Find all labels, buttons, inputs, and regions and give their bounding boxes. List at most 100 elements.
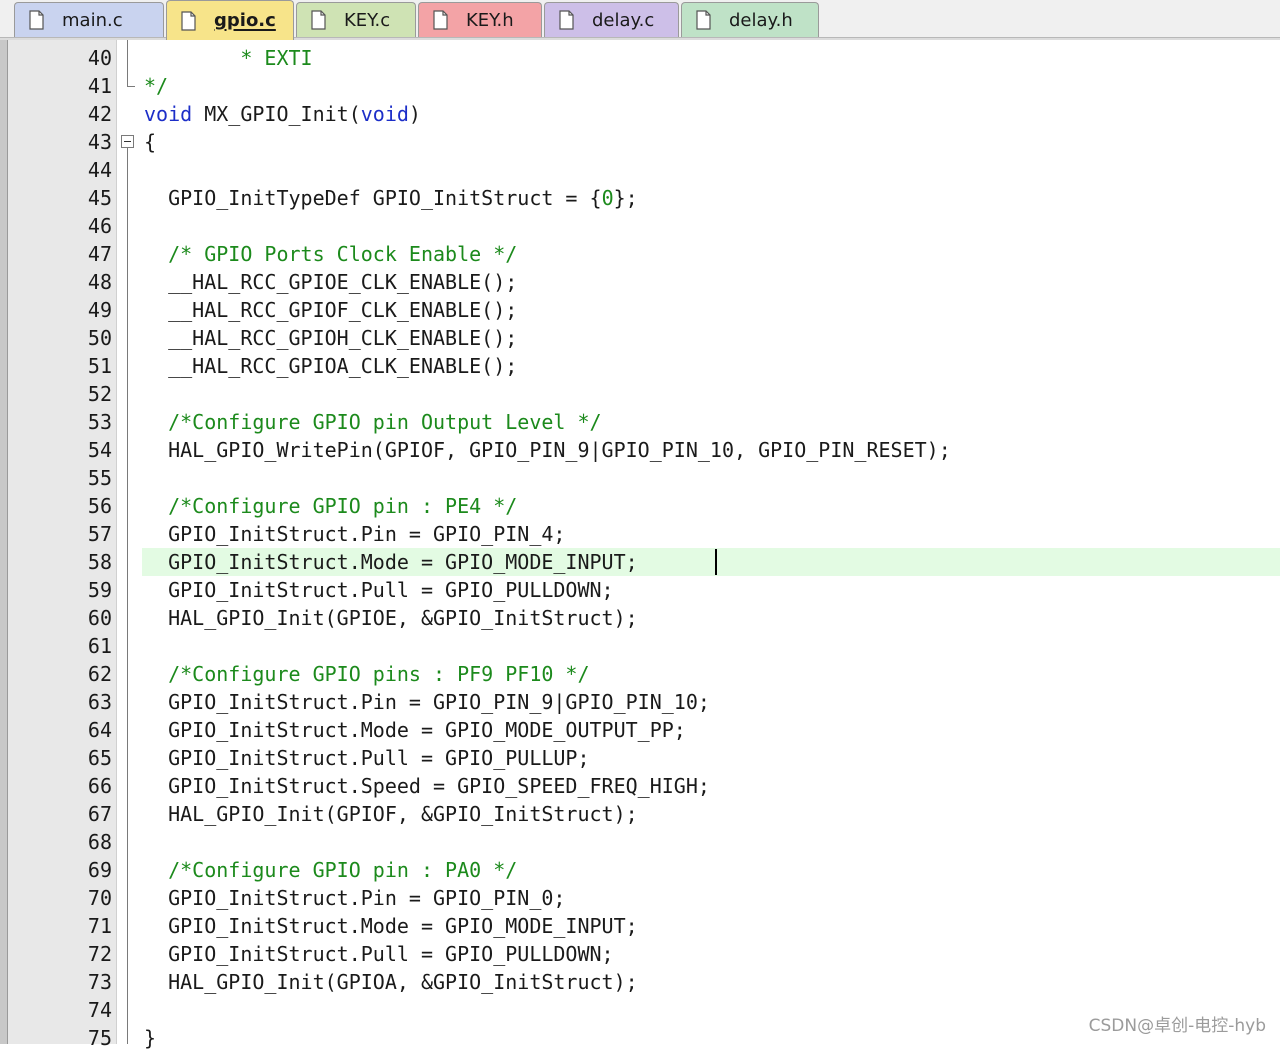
code-text: * EXTI [144,44,313,72]
tab-key-c[interactable]: KEY.c [296,2,416,37]
code-line[interactable]: 65 GPIO_InitStruct.Pull = GPIO_PULLUP; [0,744,1280,772]
tab-label: main.c [62,9,123,31]
code-line[interactable]: 46 [0,212,1280,240]
code-line[interactable]: 63 GPIO_InitStruct.Pin = GPIO_PIN_9|GPIO… [0,688,1280,716]
code-token: GPIO_InitStruct.Mode = GPIO_MODE_OUTPUT_… [144,718,686,742]
line-code-area: HAL_GPIO_WritePin(GPIOF, GPIO_PIN_9|GPIO… [142,436,1280,464]
tab-key-h[interactable]: KEY.h [418,2,542,37]
tab-label: gpio.c [214,10,276,31]
code-line[interactable]: 66 GPIO_InitStruct.Speed = GPIO_SPEED_FR… [0,772,1280,800]
code-token: GPIO_InitStruct.Pin = GPIO_PIN_0; [144,886,566,910]
code-line[interactable]: 58 GPIO_InitStruct.Mode = GPIO_MODE_INPU… [0,548,1280,576]
line-code-area: GPIO_InitStruct.Mode = GPIO_MODE_INPUT; [142,548,1280,576]
code-line[interactable]: 55 [0,464,1280,492]
code-line[interactable]: 51 __HAL_RCC_GPIOA_CLK_ENABLE(); [0,352,1280,380]
line-code-area: /*Configure GPIO pin Output Level */ [142,408,1280,436]
code-text: GPIO_InitStruct.Mode = GPIO_MODE_INPUT; [144,912,638,940]
code-token: GPIO_InitStruct.Pin = GPIO_PIN_9|GPIO_PI… [144,690,710,714]
code-line[interactable]: 70 GPIO_InitStruct.Pin = GPIO_PIN_0; [0,884,1280,912]
fold-collapse-icon[interactable] [121,135,134,148]
line-code-area: void MX_GPIO_Init(void) [142,100,1280,128]
code-line[interactable]: 57 GPIO_InitStruct.Pin = GPIO_PIN_4; [0,520,1280,548]
code-token: __HAL_RCC_GPIOE_CLK_ENABLE(); [144,270,518,294]
code-line[interactable]: 42 void MX_GPIO_Init(void) [0,100,1280,128]
text-cursor [715,549,717,575]
code-line[interactable]: 62 /*Configure GPIO pins : PF9 PF10 */ [0,660,1280,688]
tab-main-c[interactable]: main.c [14,2,164,37]
code-line[interactable]: 61 [0,632,1280,660]
code-line[interactable]: 50 __HAL_RCC_GPIOH_CLK_ENABLE(); [0,324,1280,352]
file-icon [181,10,196,31]
code-text: GPIO_InitStruct.Mode = GPIO_MODE_OUTPUT_… [144,716,686,744]
line-code-area [142,212,1280,240]
fold-guide-line [127,40,128,86]
line-code-area: /* GPIO Ports Clock Enable */ [142,240,1280,268]
code-line[interactable]: 67 HAL_GPIO_Init(GPIOF, &GPIO_InitStruct… [0,800,1280,828]
code-editor[interactable]: 40 * EXTI 41 */42 void MX_GPIO_Init(void) 43… [0,40,1280,1050]
code-line[interactable]: 64 GPIO_InitStruct.Mode = GPIO_MODE_OUTP… [0,716,1280,744]
code-line[interactable]: 68 [0,828,1280,856]
tab-gpio-c[interactable]: gpio.c [166,0,294,40]
code-line[interactable]: 41 */ [0,72,1280,100]
code-text: __HAL_RCC_GPIOE_CLK_ENABLE(); [144,268,517,296]
code-text: /* GPIO Ports Clock Enable */ [144,240,517,268]
line-number: 47 [87,242,112,266]
code-line[interactable]: 60 HAL_GPIO_Init(GPIOE, &GPIO_InitStruct… [0,604,1280,632]
code-line[interactable]: 49 __HAL_RCC_GPIOF_CLK_ENABLE(); [0,296,1280,324]
comment-token: */ [144,74,169,98]
comment-token: /* GPIO Ports Clock Enable */ [144,242,518,266]
code-line[interactable]: 53 /*Configure GPIO pin Output Level */ [0,408,1280,436]
code-text: HAL_GPIO_Init(GPIOE, &GPIO_InitStruct); [144,604,638,632]
code-line[interactable]: 54 HAL_GPIO_WritePin(GPIOF, GPIO_PIN_9|G… [0,436,1280,464]
code-text: /*Configure GPIO pins : PF9 PF10 */ [144,660,589,688]
line-number: 42 [87,102,112,126]
code-line[interactable]: 47 /* GPIO Ports Clock Enable */ [0,240,1280,268]
line-code-area: GPIO_InitStruct.Pull = GPIO_PULLDOWN; [142,940,1280,968]
line-code-area [142,828,1280,856]
code-line[interactable]: 56 /*Configure GPIO pin : PE4 */ [0,492,1280,520]
code-text: GPIO_InitStruct.Pull = GPIO_PULLDOWN; [144,940,614,968]
line-code-area: { [142,128,1280,156]
code-token: __HAL_RCC_GPIOF_CLK_ENABLE(); [144,298,518,322]
code-line[interactable]: 40 * EXTI [0,44,1280,72]
code-line[interactable]: 59 GPIO_InitStruct.Pull = GPIO_PULLDOWN; [0,576,1280,604]
tab-label: delay.h [729,9,793,31]
line-number: 43 [87,130,112,154]
line-code-area: */ [142,72,1280,100]
code-line[interactable]: 45 GPIO_InitTypeDef GPIO_InitStruct = {0… [0,184,1280,212]
code-text: HAL_GPIO_Init(GPIOF, &GPIO_InitStruct); [144,800,638,828]
code-token: __HAL_RCC_GPIOH_CLK_ENABLE(); [144,326,518,350]
file-icon [559,10,574,30]
line-number: 41 [87,74,112,98]
code-token: HAL_GPIO_WritePin(GPIOF, GPIO_PIN_9|GPIO… [144,438,951,462]
code-token: HAL_GPIO_Init(GPIOF, &GPIO_InitStruct); [144,802,638,826]
code-text: GPIO_InitStruct.Pin = GPIO_PIN_9|GPIO_PI… [144,688,710,716]
tab-delay-h[interactable]: delay.h [681,2,819,37]
code-line[interactable]: 73 HAL_GPIO_Init(GPIOA, &GPIO_InitStruct… [0,968,1280,996]
keyword-token: void [144,102,193,126]
line-code-area: __HAL_RCC_GPIOA_CLK_ENABLE(); [142,352,1280,380]
code-line[interactable]: 69 /*Configure GPIO pin : PA0 */ [0,856,1280,884]
code-text: GPIO_InitStruct.Pull = GPIO_PULLDOWN; [144,576,614,604]
comment-token: * EXTI [144,46,313,70]
line-code-area: GPIO_InitStruct.Pin = GPIO_PIN_9|GPIO_PI… [142,688,1280,716]
code-token: GPIO_InitTypeDef GPIO_InitStruct = { [144,186,602,210]
line-number: 53 [87,410,112,434]
code-line[interactable]: 52 [0,380,1280,408]
line-number: 72 [87,942,112,966]
code-line[interactable]: 72 GPIO_InitStruct.Pull = GPIO_PULLDOWN; [0,940,1280,968]
line-code-area: * EXTI [142,44,1280,72]
code-line[interactable]: 48 __HAL_RCC_GPIOE_CLK_ENABLE(); [0,268,1280,296]
file-icon [433,10,448,30]
tab-delay-c[interactable]: delay.c [544,2,679,37]
line-code-area: GPIO_InitStruct.Mode = GPIO_MODE_OUTPUT_… [142,716,1280,744]
line-code-area: GPIO_InitStruct.Pin = GPIO_PIN_4; [142,520,1280,548]
code-line[interactable]: 44 [0,156,1280,184]
code-line[interactable]: 71 GPIO_InitStruct.Mode = GPIO_MODE_INPU… [0,912,1280,940]
code-text: HAL_GPIO_WritePin(GPIOF, GPIO_PIN_9|GPIO… [144,436,951,464]
line-number: 66 [87,774,112,798]
code-line[interactable]: 43 { [0,128,1280,156]
line-code-area: __HAL_RCC_GPIOH_CLK_ENABLE(); [142,324,1280,352]
code-token: GPIO_InitStruct.Mode = GPIO_MODE_INPUT; [144,914,638,938]
code-token: ) [408,102,421,126]
